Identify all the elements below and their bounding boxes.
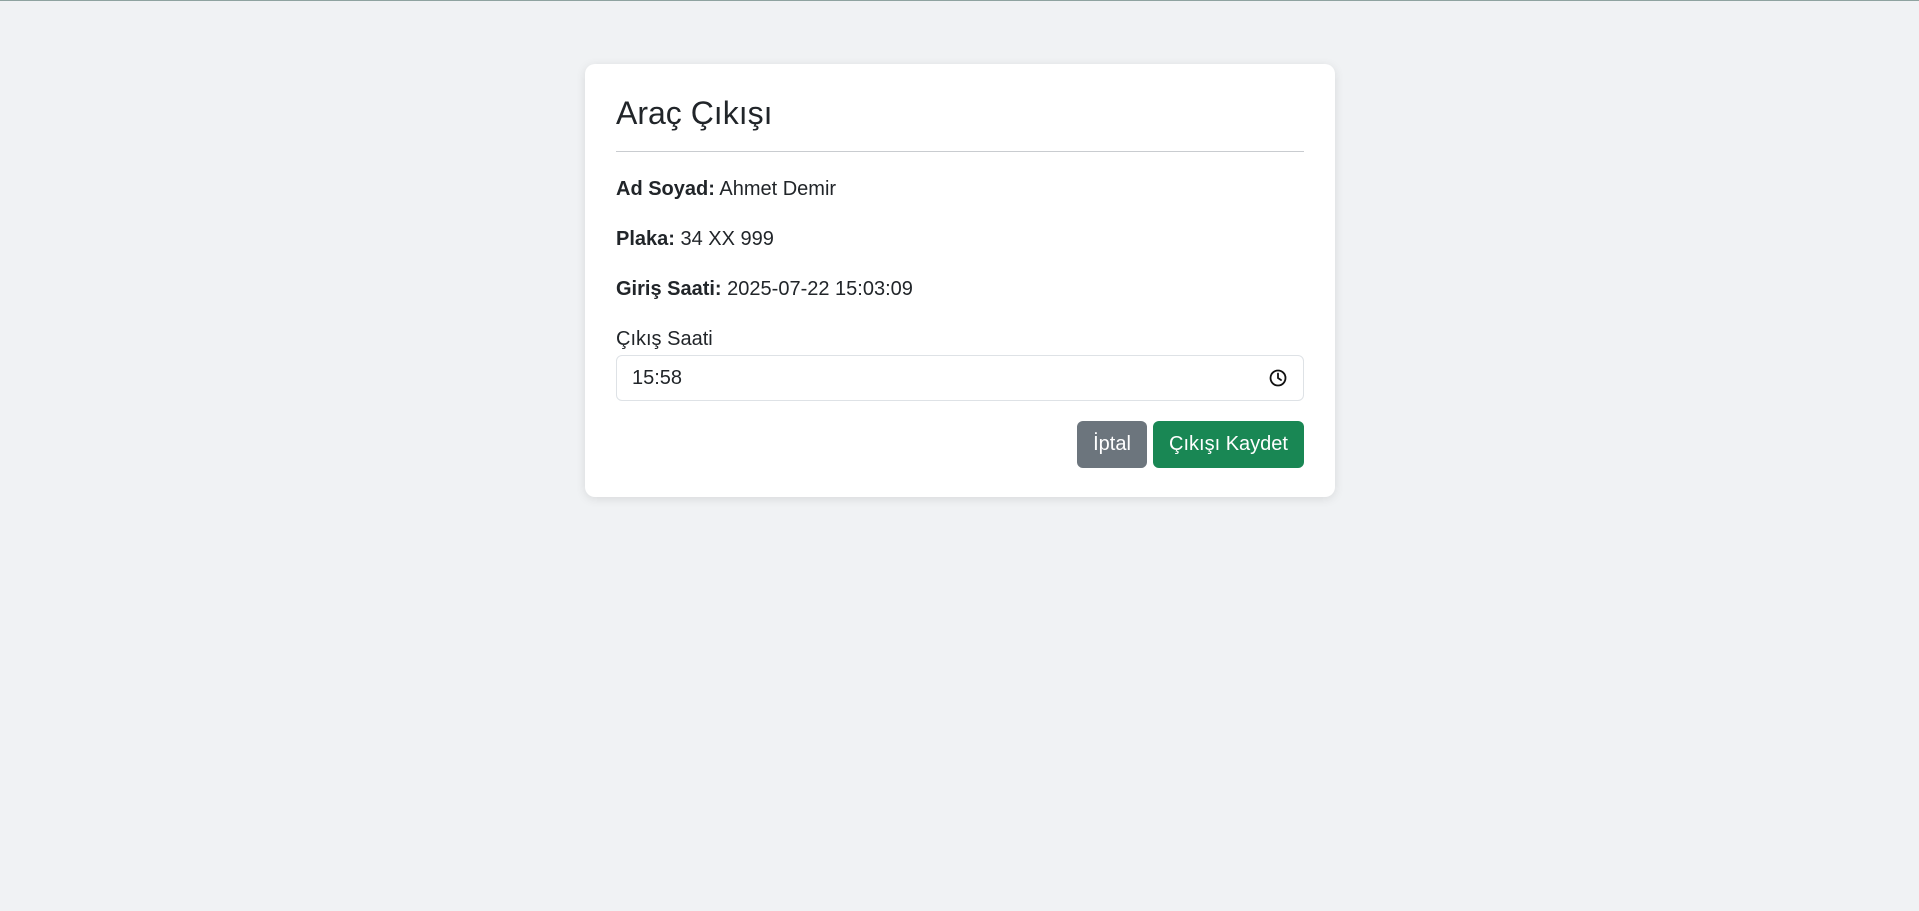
form-actions: İptal Çıkışı Kaydet [616,421,1304,468]
exit-time-label: Çıkış Saati [616,328,713,350]
entry-time-value: 2025-07-22 15:03:09 [727,278,913,300]
name-label: Ad Soyad: [616,178,715,200]
exit-card: Araç Çıkışı Ad Soyad: Ahmet Demir Plaka:… [585,64,1335,497]
clock-icon[interactable] [1268,368,1288,388]
entry-time-row: Giriş Saati: 2025-07-22 15:03:09 [616,277,1304,327]
top-border [0,0,1919,1]
name-row: Ad Soyad: Ahmet Demir [616,177,1304,227]
plate-row: Plaka: 34 XX 999 [616,227,1304,277]
title-divider [616,151,1304,152]
plate-label: Plaka: [616,228,675,250]
page-title: Araç Çıkışı [616,95,773,131]
name-value: Ahmet Demir [719,178,837,200]
exit-time-value[interactable]: 15:58 [632,367,1268,390]
entry-time-label: Giriş Saati: [616,278,722,300]
cancel-button[interactable]: İptal [1077,421,1147,468]
plate-value: 34 XX 999 [680,228,774,250]
exit-time-input[interactable]: 15:58 [616,355,1304,401]
save-exit-button[interactable]: Çıkışı Kaydet [1153,421,1304,468]
